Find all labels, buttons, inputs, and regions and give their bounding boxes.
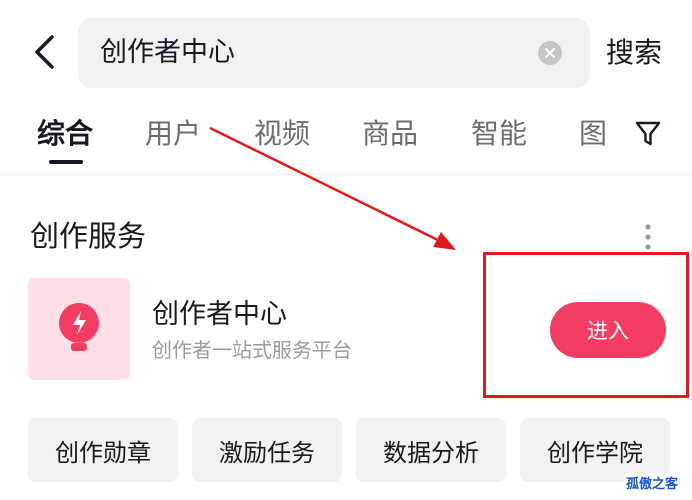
app-description: 创作者一站式服务平台 [152, 338, 352, 362]
search-input[interactable]: 创作者中心 [78, 18, 590, 88]
clear-search-button[interactable] [538, 41, 562, 65]
watermark-text: 孤傲之客 [624, 473, 681, 492]
filter-button[interactable] [628, 114, 668, 154]
chip-incentive-tasks[interactable]: 激励任务 [192, 418, 342, 482]
chip-creation-badge[interactable]: 创作勋章 [28, 418, 178, 482]
more-vertical-icon [645, 224, 651, 250]
app-name: 创作者中心 [152, 299, 287, 330]
chip-data-analysis[interactable]: 数据分析 [356, 418, 506, 482]
tabs-divider [0, 174, 692, 175]
tab-users[interactable]: 用户 [145, 113, 201, 155]
section-title: 创作服务 [30, 219, 147, 253]
filter-icon [635, 121, 661, 146]
active-tab-indicator [49, 160, 83, 164]
search-button[interactable]: 搜索 [606, 30, 662, 76]
chevron-left-icon [35, 35, 54, 69]
tab-videos[interactable]: 视频 [254, 113, 310, 155]
tab-all[interactable]: 综合 [37, 113, 93, 155]
back-button[interactable] [22, 30, 66, 74]
search-query-text: 创作者中心 [100, 37, 235, 68]
lightbulb-icon [59, 303, 99, 351]
tab-smart[interactable]: 智能 [471, 113, 527, 155]
more-options-button[interactable] [636, 220, 660, 254]
tab-products[interactable]: 商品 [362, 113, 418, 155]
clear-icon [545, 48, 555, 58]
app-icon[interactable] [28, 278, 130, 380]
highlight-box [483, 252, 689, 398]
tab-images[interactable]: 图 [579, 113, 607, 155]
